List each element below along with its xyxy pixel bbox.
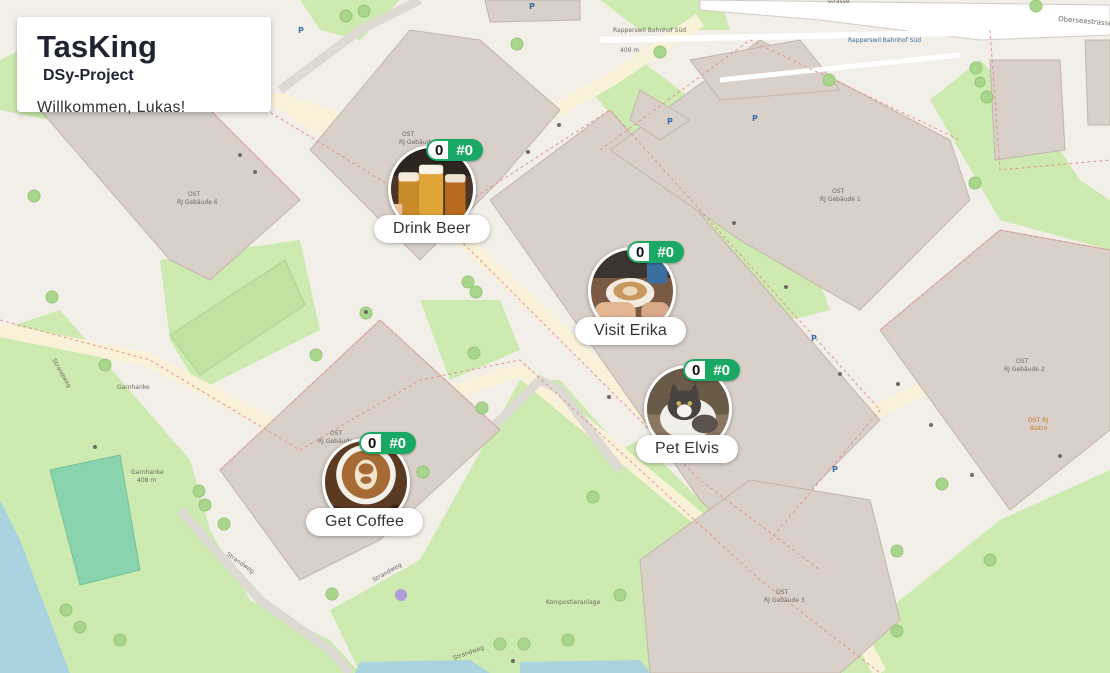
task-badge: 0 #0 — [426, 139, 484, 161]
label-ost-gebaeude2-a: OST — [1016, 358, 1029, 365]
header-card: TasKing DSy-Project Willkommen, Lukas! — [17, 17, 271, 116]
task-badge: 0 #0 — [359, 432, 417, 454]
app-title: TasKing — [37, 29, 157, 64]
task-badge: 0 #0 — [627, 241, 685, 263]
svg-text:P: P — [752, 114, 758, 123]
task-label-pet-elvis[interactable]: Pet Elvis — [636, 435, 739, 463]
svg-text:P: P — [667, 117, 673, 126]
label-ost-top-a: OST — [402, 131, 415, 138]
svg-text:P: P — [811, 334, 817, 343]
label-strasse: strasse — [828, 0, 850, 5]
label-rapperswil-ele: 409 m — [620, 47, 639, 54]
label-ost-gebaeude1-a: OST — [832, 188, 845, 195]
label-ost-gebaeude1-b: RJ Gebäude 1 — [820, 196, 861, 203]
welcome-message: Willkommen, Lukas! — [37, 99, 186, 116]
label-ost-gebaeude6-a: OST — [188, 191, 201, 198]
label-ost-gebaeude2-b: RJ Gebäude 2 — [1004, 366, 1045, 373]
task-badge: 0 #0 — [683, 359, 741, 381]
label-rapperswil-sued: Rapperswil Bahnhof Süd — [613, 27, 686, 34]
helipad-icon — [395, 589, 407, 601]
task-rank: #0 — [448, 139, 484, 161]
label-garnhanke-peak: Garnhanke — [131, 469, 164, 476]
label-garnhanke: Garnhanke — [117, 384, 150, 391]
label-rapperswil-sued-2: Rapperswil Bahnhof Süd — [848, 37, 921, 44]
task-rank: #0 — [705, 359, 741, 381]
label-ost-gebaeude4-a: OST — [330, 430, 343, 437]
label-ost-gebaeude6-b: RJ Gebäude 6 — [177, 199, 218, 206]
task-count: 0 — [359, 432, 382, 454]
label-ost-gebaeude3-a: OST — [776, 589, 789, 596]
task-count: 0 — [627, 241, 650, 263]
svg-text:P: P — [298, 26, 304, 35]
label-garnhanke-ele: 408 m — [137, 477, 156, 484]
label-ost-rj: OST RJ — [1028, 417, 1048, 424]
task-label-drink-beer[interactable]: Drink Beer — [374, 215, 490, 243]
task-label-get-coffee[interactable]: Get Coffee — [306, 508, 424, 536]
app-subtitle: DSy-Project — [43, 67, 134, 84]
label-kompostieranlage: Kompostieranlage — [546, 599, 601, 606]
svg-text:P: P — [832, 465, 838, 474]
task-count: 0 — [426, 139, 449, 161]
task-rank: #0 — [381, 432, 417, 454]
label-bistro: Bistro — [1030, 425, 1048, 432]
task-count: 0 — [683, 359, 706, 381]
task-label-visit-erika[interactable]: Visit Erika — [575, 317, 687, 345]
svg-text:P: P — [529, 2, 535, 11]
label-ost-gebaeude3-b: RJ Gebäude 3 — [764, 597, 805, 604]
task-rank: #0 — [649, 241, 685, 263]
